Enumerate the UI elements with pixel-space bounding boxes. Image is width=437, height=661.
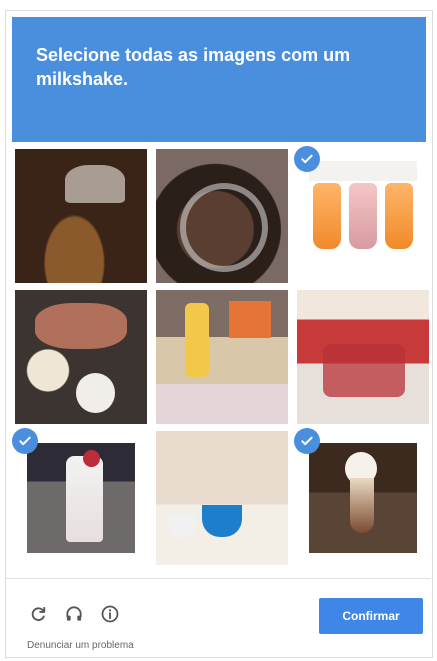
report-problem-link[interactable]: Denunciar um problema: [27, 640, 134, 651]
tile-image-2: [156, 149, 288, 283]
check-icon: [294, 428, 320, 454]
milkshake-cup-center: [348, 183, 378, 249]
tile-image-5: [156, 290, 288, 424]
instruction-line-1: Selecione todas as imagens com um: [36, 45, 351, 65]
tile-image-4: [15, 290, 147, 424]
reload-icon[interactable]: [27, 603, 49, 625]
tile-image-8: [156, 431, 288, 565]
tile-image-7: [27, 443, 135, 553]
milkshake-cup-left: [313, 183, 342, 249]
image-tile-2[interactable]: [153, 146, 291, 286]
instruction-header: Selecione todas as imagens com um milksh…: [12, 17, 426, 142]
headphones-icon[interactable]: [63, 603, 85, 625]
image-tile-5[interactable]: [153, 287, 291, 427]
check-icon: [294, 146, 320, 172]
image-tile-6[interactable]: [294, 287, 432, 427]
confirm-button[interactable]: Confirmar: [319, 598, 423, 634]
check-icon: [12, 428, 38, 454]
footer-divider: [6, 578, 431, 579]
image-tile-1[interactable]: [12, 146, 150, 286]
image-tile-7[interactable]: [12, 428, 150, 568]
tile-image-9: [309, 443, 417, 553]
tile-image-6: [297, 290, 429, 424]
tile-image-1: [15, 149, 147, 283]
info-icon[interactable]: [99, 603, 121, 625]
image-tile-9[interactable]: [294, 428, 432, 568]
instruction-line-2: milkshake.: [36, 69, 129, 89]
image-tile-3[interactable]: [294, 146, 432, 286]
image-tile-4[interactable]: [12, 287, 150, 427]
tile-image-3: [309, 161, 417, 271]
captcha-toolbar: [27, 601, 121, 627]
image-tile-8[interactable]: [153, 428, 291, 568]
image-grid: [12, 146, 429, 568]
milkshake-cup-right: [384, 183, 413, 249]
